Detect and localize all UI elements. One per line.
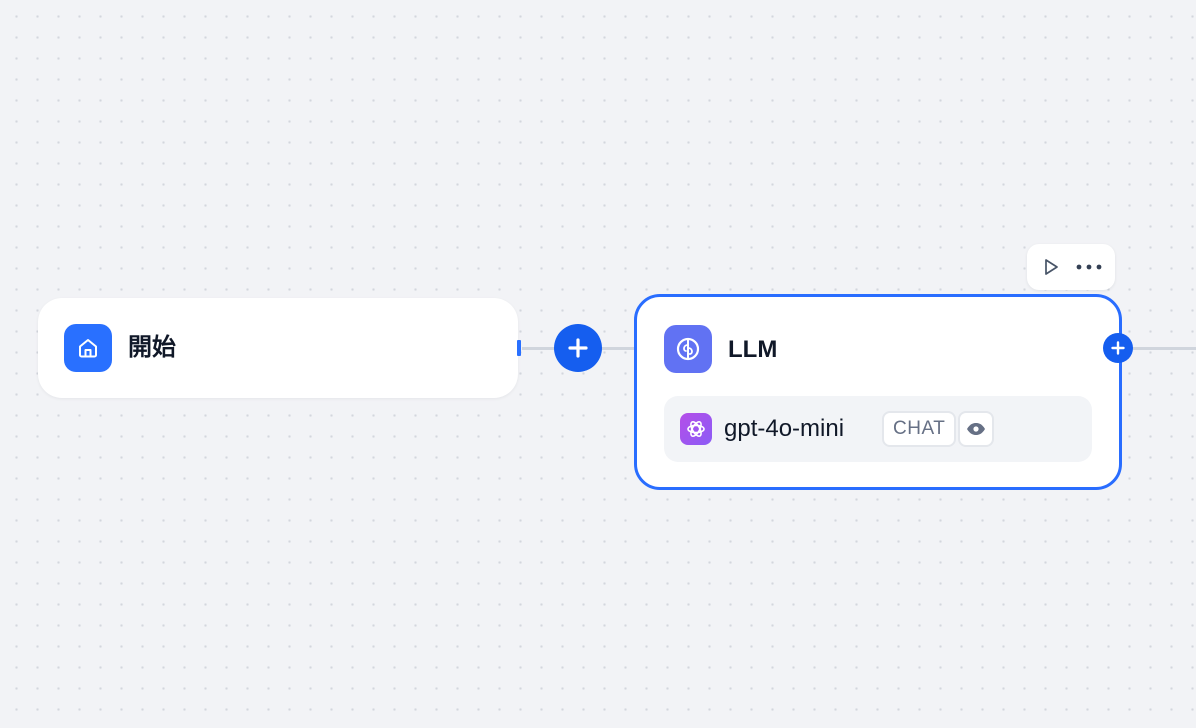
start-node-title: 開始: [128, 334, 176, 361]
model-name: gpt-4o-mini: [724, 415, 845, 442]
brain-icon: [664, 325, 712, 373]
add-node-button[interactable]: [554, 324, 602, 372]
start-node[interactable]: 開始: [38, 298, 518, 398]
node-toolbar: [1027, 244, 1115, 290]
edge-start-to-add: [522, 347, 558, 350]
eye-icon: [958, 411, 994, 447]
start-node-output-handle[interactable]: [517, 340, 521, 356]
plus-icon: [1111, 341, 1125, 355]
llm-node[interactable]: LLM gpt-4o-mini CHAT: [634, 294, 1122, 490]
openai-icon: [680, 413, 712, 445]
more-icon[interactable]: [1075, 255, 1103, 279]
edge-llm-out: [1132, 347, 1196, 350]
home-icon: [64, 324, 112, 372]
mode-badge: CHAT: [882, 411, 957, 447]
llm-node-title: LLM: [728, 336, 778, 363]
run-icon[interactable]: [1039, 255, 1063, 279]
model-selector[interactable]: gpt-4o-mini CHAT: [664, 396, 1092, 462]
plus-icon: [568, 338, 588, 358]
workflow-canvas[interactable]: 開始 LLM gpt-4o-mini CHAT: [0, 0, 1196, 728]
edge-add-to-llm: [598, 347, 636, 350]
add-next-node-button[interactable]: [1103, 333, 1133, 363]
